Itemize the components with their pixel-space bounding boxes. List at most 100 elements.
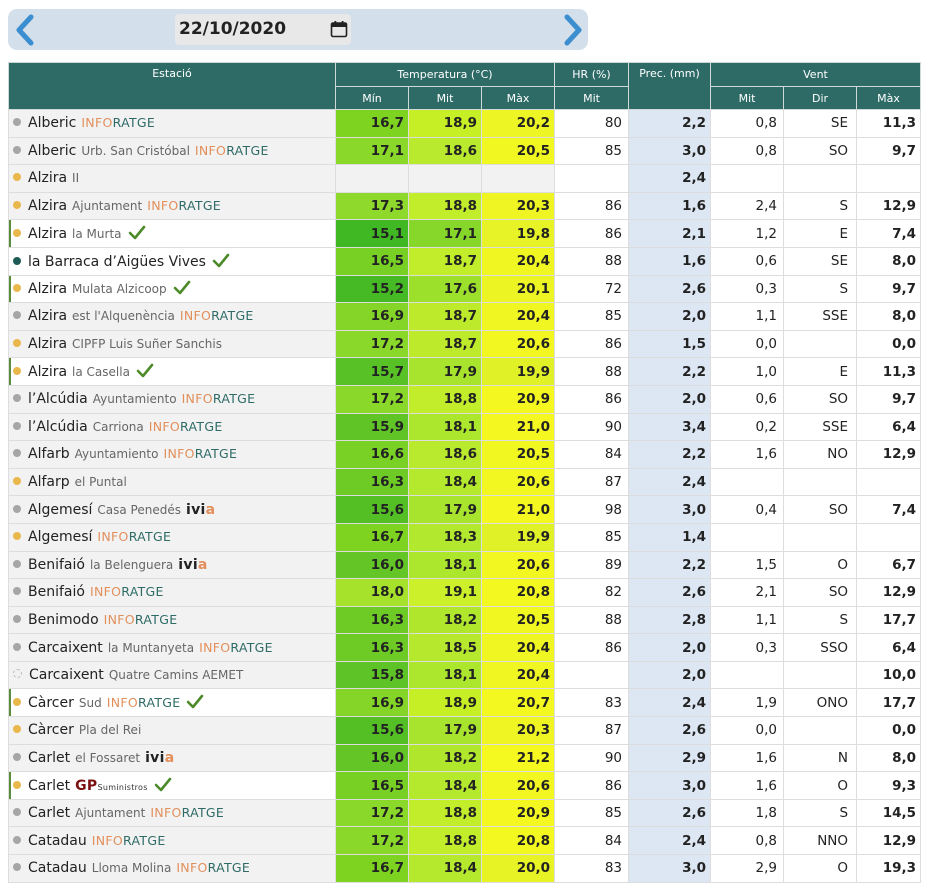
station-cell[interactable]: Càrcer Pla del Rei (8, 716, 336, 745)
station-town[interactable]: Benifaió (28, 557, 85, 573)
table-row[interactable]: Alfarb Ayuntamiento INFORATGE 16,6 18,6 20,5 8… (8, 440, 922, 469)
header-wind-mit[interactable]: Mit (710, 86, 785, 110)
wind-mit-cell (710, 467, 785, 497)
table-row[interactable]: Alfarp el Puntal 16,3 18,4 20,6 87 2,4 (8, 467, 922, 497)
table-row[interactable]: Carlet el Fossaret ivia 16,0 18,2 21,2 90 2,9 1,… (8, 743, 922, 773)
table-row[interactable]: Alberic Urb. San Cristóbal INFORATGE 17,1 18… (8, 136, 922, 166)
table-row[interactable]: Alzira II 2,4 (8, 164, 922, 193)
date-input[interactable]: 22/10/2020 (175, 14, 351, 45)
station-cell[interactable]: Alzira II (8, 164, 336, 193)
network-logo-inforatge: INFORATGE (163, 446, 238, 462)
header-wind-max[interactable]: Màx (856, 86, 922, 110)
station-town[interactable]: Carcaixent (28, 640, 103, 656)
station-cell[interactable]: Alberic Urb. San Cristóbal INFORATGE (8, 136, 336, 166)
station-cell[interactable]: Catadau Lloma Molina INFORATGE (8, 854, 336, 883)
station-cell[interactable]: Carlet GPSuministros (8, 771, 336, 800)
station-town[interactable]: Benifaió (28, 584, 85, 600)
station-cell[interactable]: l’Alcúdia Carriona INFORATGE (8, 412, 336, 442)
chevron-left-icon[interactable] (10, 13, 40, 47)
header-hr-mit[interactable]: Mit (554, 86, 630, 110)
station-town[interactable]: Alzira (28, 336, 67, 352)
station-cell[interactable]: Càrcer Sud INFORATGE (8, 688, 336, 718)
station-cell[interactable]: Algemesí Casa Penedés ivia (8, 495, 336, 524)
station-town[interactable]: Alzira (28, 170, 67, 186)
table-row[interactable]: Carcaixent Quatre Camins AEMET 15,8 18,1 20,… (8, 660, 922, 690)
header-station[interactable]: Estació (8, 62, 336, 110)
station-cell[interactable]: Alfarb Ayuntamiento INFORATGE (8, 440, 336, 469)
table-row[interactable]: Càrcer Sud INFORATGE 16,9 18,9 20,7 83 2,4 1,9 ON… (8, 688, 922, 718)
table-row[interactable]: la Barraca d’Aigües Vives 16,5 18,7 20,4 88 1… (8, 246, 922, 276)
header-temp-max[interactable]: Màx (480, 86, 556, 110)
station-town[interactable]: la Barraca d’Aigües Vives (28, 254, 206, 270)
station-town[interactable]: Alzira (28, 198, 67, 214)
table-row[interactable]: Benimodo INFORATGE 16,3 18,2 20,5 88 2,8 1,1 S 17… (8, 605, 922, 635)
table-row[interactable]: Benifaió INFORATGE 18,0 19,1 20,8 82 2,6 2,1 SO 1… (8, 578, 922, 607)
station-cell[interactable]: Carlet Ajuntament INFORATGE (8, 798, 336, 828)
station-town[interactable]: Alzira (28, 308, 67, 324)
station-town[interactable]: l’Alcúdia (28, 419, 88, 435)
station-cell[interactable]: Carcaixent la Muntanyeta INFORATGE (8, 633, 336, 662)
table-row[interactable]: Benifaió la Belenguera ivia 16,0 18,1 20,6 89 2… (8, 550, 922, 580)
table-row[interactable]: Carlet GPSuministros 16,5 18,4 20,6 86 3,0 1,6 O… (8, 771, 922, 800)
table-row[interactable]: Alzira est l'Alquenència INFORATGE 16,9 18,7… (8, 302, 922, 331)
station-town[interactable]: Carlet (28, 778, 70, 794)
chevron-right-icon[interactable] (558, 13, 588, 47)
calendar-icon[interactable] (330, 20, 348, 38)
station-cell[interactable]: l’Alcúdia Ayuntamiento INFORATGE (8, 384, 336, 414)
station-cell[interactable]: Alzira la Casella (8, 357, 336, 386)
table-row[interactable]: Carlet Ajuntament INFORATGE 17,2 18,8 20,9 85 2… (8, 798, 922, 828)
table-row[interactable]: Alzira la Casella 15,7 17,9 19,9 88 2,2 1,0 E 11,… (8, 357, 922, 386)
table-row[interactable]: Alzira Ajuntament INFORATGE 17,3 18,8 20,3 86 1… (8, 191, 922, 221)
station-cell[interactable]: Benifaió INFORATGE (8, 578, 336, 607)
station-cell[interactable]: Algemesí INFORATGE (8, 522, 336, 552)
header-temp-mit[interactable]: Mit (408, 86, 482, 110)
station-town[interactable]: Càrcer (28, 695, 74, 711)
station-town[interactable]: Carcaixent (29, 667, 104, 683)
station-cell[interactable]: Benifaió la Belenguera ivia (8, 550, 336, 580)
table-row[interactable]: Alzira la Murta 15,1 17,1 19,8 86 2,1 1,2 E 7,4 (8, 219, 922, 248)
station-cell[interactable]: Alfarp el Puntal (8, 467, 336, 497)
table-row[interactable]: Catadau INFORATGE 17,2 18,8 20,8 84 2,4 0,8 NNO 1… (8, 826, 922, 856)
station-town[interactable]: Carlet (28, 750, 70, 766)
station-town[interactable]: Carlet (28, 805, 70, 821)
station-town[interactable]: Alfarb (28, 446, 70, 462)
station-town[interactable]: Alzira (28, 226, 67, 242)
station-cell[interactable]: Carlet el Fossaret ivia (8, 743, 336, 773)
table-row[interactable]: Algemesí INFORATGE 16,7 18,3 19,9 85 1,4 (8, 522, 922, 552)
table-row[interactable]: Càrcer Pla del Rei 15,6 17,9 20,3 87 2,6 0,0 0,0 (8, 716, 922, 745)
station-cell[interactable]: Alberic INFORATGE (8, 109, 336, 138)
station-town[interactable]: Alzira (28, 281, 67, 297)
station-town[interactable]: Alberic (28, 115, 76, 131)
table-row[interactable]: Algemesí Casa Penedés ivia 15,6 17,9 21,0 98 3,… (8, 495, 922, 524)
station-town[interactable]: Càrcer (28, 722, 74, 738)
station-town[interactable]: Alfarp (28, 474, 70, 490)
station-town[interactable]: Catadau (28, 833, 87, 849)
station-cell[interactable]: Alzira est l'Alquenència INFORATGE (8, 302, 336, 331)
header-wind-dir[interactable]: Dir (783, 86, 858, 110)
station-town[interactable]: Algemesí (28, 529, 92, 545)
table-row[interactable]: Alzira Mulata Alzicoop 15,2 17,6 20,1 72 2,6 0,… (8, 274, 922, 304)
table-row[interactable]: l’Alcúdia Ayuntamiento INFORATGE 17,2 18,8 20… (8, 384, 922, 414)
station-town[interactable]: Alzira (28, 364, 67, 380)
station-cell[interactable]: Catadau INFORATGE (8, 826, 336, 856)
station-cell[interactable]: Alzira Ajuntament INFORATGE (8, 191, 336, 221)
station-cell[interactable]: Benimodo INFORATGE (8, 605, 336, 635)
station-town[interactable]: Benimodo (28, 612, 99, 628)
station-town[interactable]: Catadau (28, 860, 87, 876)
station-cell[interactable]: Alzira la Murta (8, 219, 336, 248)
header-precipitation[interactable]: Prec. (mm) (628, 62, 712, 110)
station-cell[interactable]: la Barraca d’Aigües Vives (8, 246, 336, 276)
station-town[interactable]: Algemesí (28, 502, 92, 518)
station-town[interactable]: Alberic (28, 143, 76, 159)
station-cell[interactable]: Carcaixent Quatre Camins AEMET (8, 660, 336, 690)
station-town[interactable]: l’Alcúdia (28, 391, 88, 407)
table-row[interactable]: Catadau Lloma Molina INFORATGE 16,7 18,4 20,0… (8, 854, 922, 883)
station-cell[interactable]: Alzira Mulata Alzicoop (8, 274, 336, 304)
table-row[interactable]: Alzira CIPFP Luis Suñer Sanchis 17,2 18,7 20… (8, 329, 922, 359)
table-row[interactable]: Alberic INFORATGE 16,7 18,9 20,2 80 2,2 0,8 SE 11… (8, 109, 922, 138)
table-row[interactable]: Carcaixent la Muntanyeta INFORATGE 16,3 18,5… (8, 633, 922, 662)
table-row[interactable]: l’Alcúdia Carriona INFORATGE 15,9 18,1 21,0 90… (8, 412, 922, 442)
station-cell[interactable]: Alzira CIPFP Luis Suñer Sanchis (8, 329, 336, 359)
header-temp-min[interactable]: Mín (335, 86, 409, 110)
wind-dir-cell: S (783, 798, 858, 828)
